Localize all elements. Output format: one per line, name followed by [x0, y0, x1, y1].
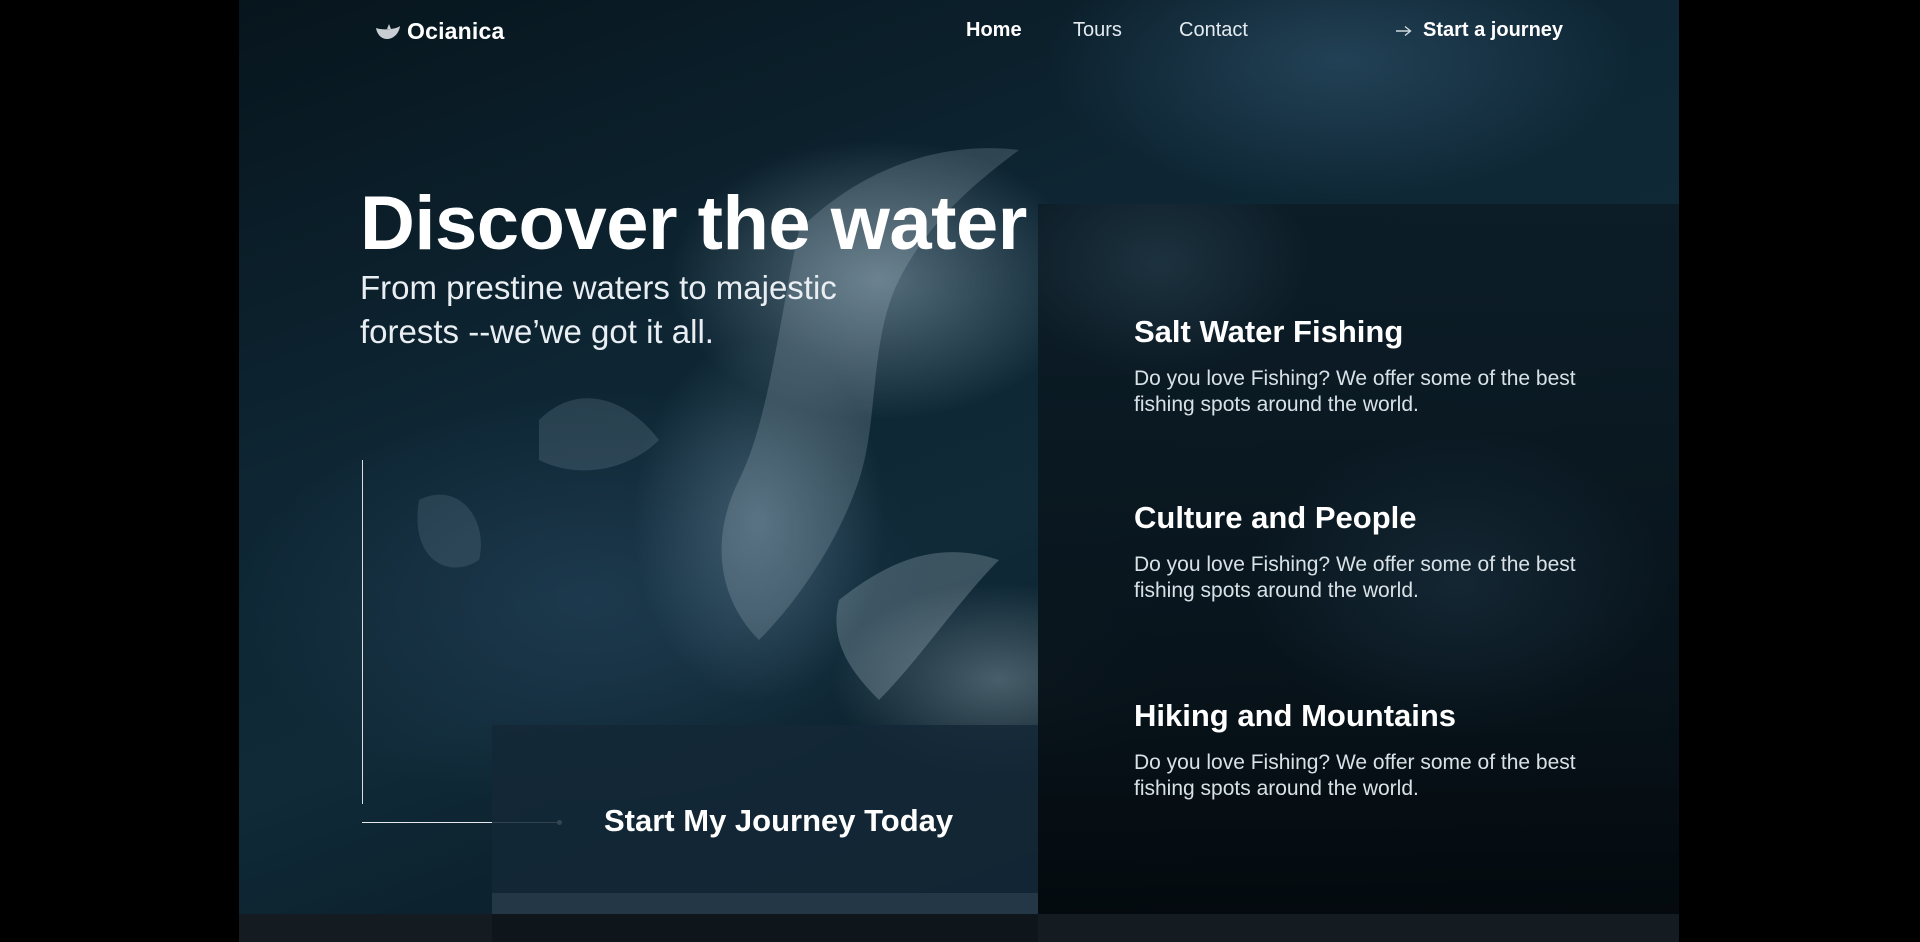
feature-card[interactable]: Salt Water Fishing Do you love Fishing? … — [1134, 314, 1604, 418]
brand-logo[interactable]: Ocianica — [375, 18, 505, 45]
start-my-journey-button[interactable]: Start My Journey Today — [492, 725, 1038, 915]
next-section-edge — [239, 914, 1679, 942]
next-section-block — [492, 914, 1038, 942]
feature-description: Do you love Fishing? We offer some of th… — [1134, 751, 1576, 800]
features-panel: Salt Water Fishing Do you love Fishing? … — [1038, 204, 1679, 914]
feature-title: Hiking and Mountains — [1134, 698, 1457, 733]
hero-subtitle: From prestine waters to majestic forests… — [360, 269, 837, 350]
feature-card[interactable]: Hiking and Mountains Do you love Fishing… — [1134, 698, 1604, 802]
hero-section: Ocianica Home Tours Contact Start a jour… — [239, 0, 1679, 942]
feature-title: Salt Water Fishing — [1134, 314, 1404, 349]
boat-icon — [376, 23, 400, 39]
feature-description: Do you love Fishing? We offer some of th… — [1134, 367, 1576, 416]
hero-title: Discover the water — [360, 181, 1027, 266]
nav-link-contact[interactable]: Contact — [1179, 19, 1248, 42]
feature-card[interactable]: Culture and People Do you love Fishing? … — [1134, 500, 1604, 604]
start-journey-label: Start a journey — [1423, 19, 1564, 41]
top-navigation: Ocianica Home Tours Contact Start a jour… — [239, 0, 1679, 64]
start-my-journey-label: Start My Journey Today — [604, 803, 954, 838]
cta-box-footer — [492, 893, 1038, 915]
start-journey-link[interactable]: Start a journey — [1395, 19, 1563, 42]
feature-title: Culture and People — [1134, 500, 1417, 535]
arrow-right-icon — [1396, 25, 1412, 36]
decorative-vertical-line — [362, 460, 363, 804]
brand-name: Ocianica — [407, 18, 505, 44]
feature-description: Do you love Fishing? We offer some of th… — [1134, 553, 1576, 602]
nav-link-home[interactable]: Home — [966, 19, 1022, 42]
nav-link-tours[interactable]: Tours — [1073, 19, 1122, 42]
